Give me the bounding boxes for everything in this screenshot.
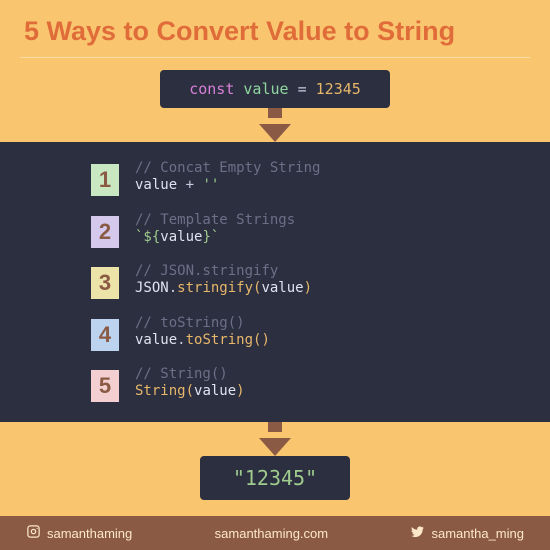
- arrow-down-icon: [0, 422, 550, 456]
- code-comment: // JSON.stringify: [135, 263, 460, 279]
- var-name: value: [243, 80, 288, 98]
- method-item: 1// Concat Empty Stringvalue + '': [135, 160, 460, 196]
- code-comment: // String(): [135, 366, 460, 382]
- instagram-handle: samanthaming: [26, 524, 132, 542]
- methods-panel: 1// Concat Empty Stringvalue + ''2// Tem…: [0, 142, 550, 422]
- method-item: 4// toString()value.toString(): [135, 315, 460, 351]
- twitter-icon: [410, 524, 425, 542]
- number-badge: 3: [91, 267, 119, 299]
- code-line: JSON.stringify(value): [135, 279, 460, 299]
- page-title: 5 Ways to Convert Value to String: [0, 0, 550, 57]
- code-line: value.toString(): [135, 331, 460, 351]
- code-line: String(value): [135, 382, 460, 402]
- equals-sign: =: [298, 80, 307, 98]
- method-item: 5// String()String(value): [135, 366, 460, 402]
- arrow-down-icon: [0, 108, 550, 142]
- result-box: "12345": [200, 456, 350, 500]
- method-item: 3// JSON.stringifyJSON.stringify(value): [135, 263, 460, 299]
- twitter-label: samantha_ming: [431, 526, 524, 541]
- declaration-box: const value = 12345: [160, 70, 390, 108]
- number-badge: 4: [91, 319, 119, 351]
- website-label: samanthaming.com: [215, 526, 328, 541]
- instagram-icon: [26, 524, 41, 542]
- number-badge: 1: [91, 164, 119, 196]
- method-item: 2// Template Strings`${value}`: [135, 212, 460, 248]
- instagram-label: samanthaming: [47, 526, 132, 541]
- code-comment: // toString(): [135, 315, 460, 331]
- number-badge: 2: [91, 216, 119, 248]
- number-literal: 12345: [316, 80, 361, 98]
- code-line: value + '': [135, 176, 460, 196]
- twitter-handle: samantha_ming: [410, 524, 524, 542]
- title-underline: [20, 57, 530, 58]
- const-keyword: const: [189, 80, 234, 98]
- code-comment: // Concat Empty String: [135, 160, 460, 176]
- code-line: `${value}`: [135, 228, 460, 248]
- footer: samanthaming samanthaming.com samantha_m…: [0, 516, 550, 550]
- code-comment: // Template Strings: [135, 212, 460, 228]
- number-badge: 5: [91, 370, 119, 402]
